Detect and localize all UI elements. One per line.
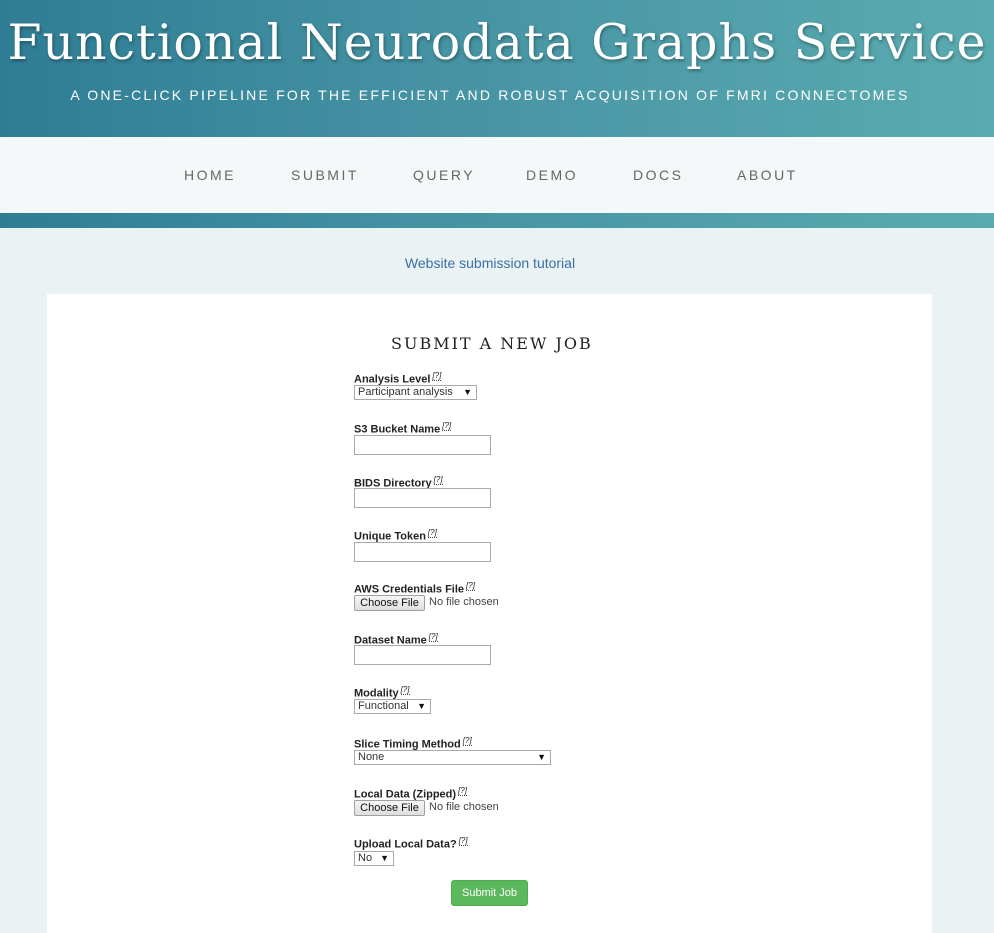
upload-local-data-select[interactable]: No ▼: [354, 851, 394, 866]
dataset-name-input[interactable]: [354, 645, 491, 665]
local-data-file-status: No file chosen: [429, 801, 499, 813]
local-data-choose-file-button[interactable]: Choose File: [354, 800, 425, 816]
help-icon[interactable]: [?]: [433, 475, 443, 485]
modality-label: Modality [?]: [354, 685, 410, 700]
help-icon[interactable]: [?]: [432, 371, 442, 381]
nav-docs[interactable]: DOCS: [633, 167, 683, 183]
s3-bucket-label: S3 Bucket Name [?]: [354, 421, 452, 436]
slice-timing-label: Slice Timing Method [?]: [354, 736, 472, 751]
dropdown-arrow-icon: ▼: [537, 752, 546, 762]
submit-job-button[interactable]: Submit Job: [451, 880, 528, 906]
site-header: Functional Neurodata Graphs Service A ON…: [0, 0, 994, 137]
dropdown-arrow-icon: ▼: [380, 853, 389, 863]
local-data-label: Local Data (Zipped) [?]: [354, 786, 467, 801]
help-icon[interactable]: [?]: [442, 421, 452, 431]
aws-credentials-file-status: No file chosen: [429, 596, 499, 608]
unique-token-label: Unique Token [?]: [354, 528, 437, 543]
site-tagline: A ONE-CLICK PIPELINE FOR THE EFFICIENT A…: [70, 87, 910, 103]
help-icon[interactable]: [?]: [427, 528, 437, 538]
dropdown-arrow-icon: ▼: [463, 387, 472, 397]
help-icon[interactable]: [?]: [458, 786, 467, 796]
modality-select[interactable]: Functional ▼: [354, 699, 431, 714]
nav-home[interactable]: HOME: [184, 167, 236, 183]
site-title: Functional Neurodata Graphs Service: [7, 14, 987, 71]
header-band: [0, 213, 994, 228]
help-icon[interactable]: [?]: [466, 581, 475, 591]
nav-about[interactable]: ABOUT: [737, 167, 798, 183]
nav-submit[interactable]: SUBMIT: [291, 167, 359, 183]
slice-timing-select[interactable]: None ▼: [354, 750, 551, 765]
nav-demo[interactable]: DEMO: [526, 167, 578, 183]
help-icon[interactable]: [?]: [462, 736, 472, 746]
help-icon[interactable]: [?]: [400, 685, 410, 695]
analysis-level-select[interactable]: Participant analysis ▼: [354, 385, 477, 400]
analysis-level-label: Analysis Level [?]: [354, 371, 442, 386]
help-icon[interactable]: [?]: [458, 836, 468, 846]
dropdown-arrow-icon: ▼: [417, 701, 426, 711]
nav-query[interactable]: QUERY: [413, 167, 475, 183]
tutorial-link[interactable]: Website submission tutorial: [0, 255, 980, 271]
form-panel: [47, 294, 932, 933]
form-title: SUBMIT A NEW JOB: [391, 334, 593, 353]
unique-token-input[interactable]: [354, 542, 491, 562]
help-icon[interactable]: [?]: [428, 632, 438, 642]
s3-bucket-input[interactable]: [354, 435, 491, 455]
aws-credentials-label: AWS Credentials File [?]: [354, 581, 475, 596]
upload-local-data-label: Upload Local Data? [?]: [354, 836, 468, 851]
aws-credentials-choose-file-button[interactable]: Choose File: [354, 595, 425, 611]
main-nav: HOME SUBMIT QUERY DEMO DOCS ABOUT: [0, 137, 994, 213]
bids-directory-input[interactable]: [354, 488, 491, 508]
